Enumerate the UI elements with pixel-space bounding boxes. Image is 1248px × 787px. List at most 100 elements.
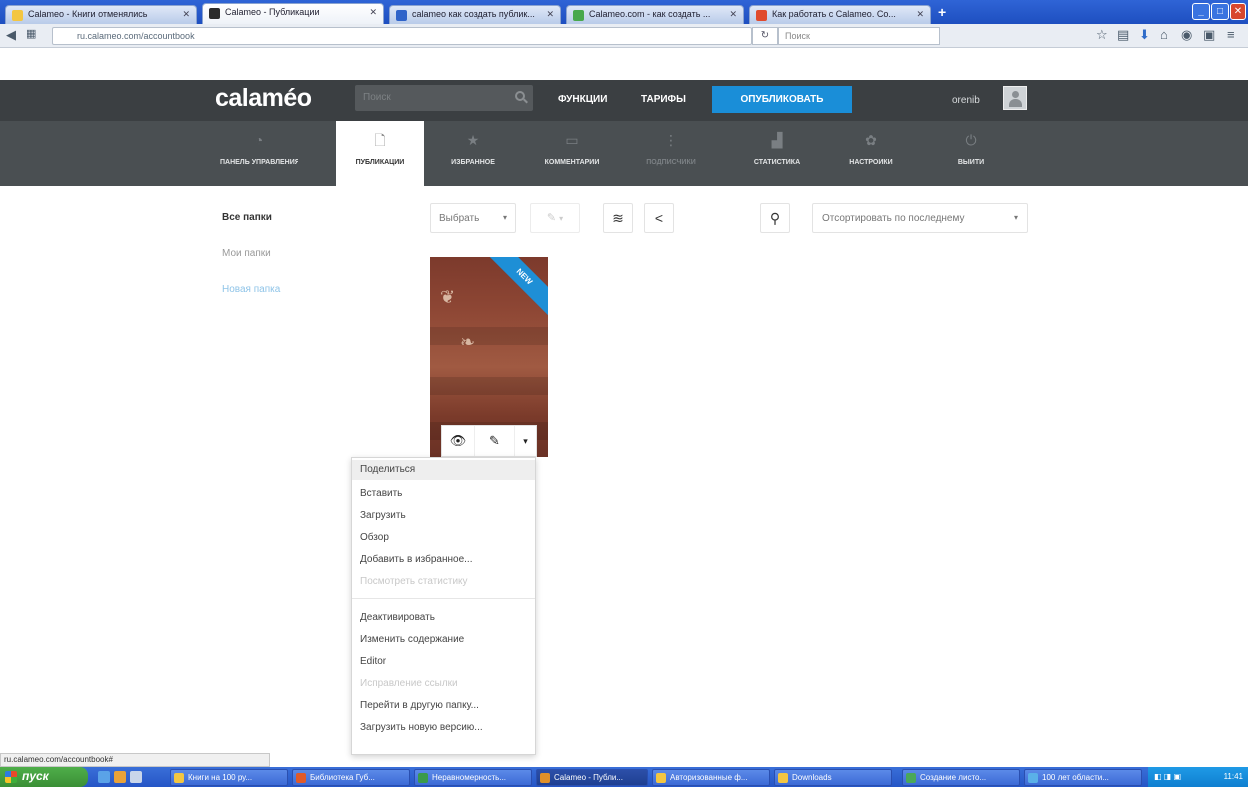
clock: 11:41 xyxy=(1223,772,1243,781)
status-bar: ru.calameo.com/accountbook# xyxy=(0,753,270,767)
minimize-button[interactable]: _ xyxy=(1192,3,1210,20)
menu-item-deactivate[interactable]: Деактивировать xyxy=(352,608,535,628)
taskbar-item[interactable]: Книги на 100 ру... xyxy=(170,769,288,786)
site-header xyxy=(0,80,1248,121)
power-icon: ⏻ xyxy=(965,132,977,148)
menu-item-fix-links: Исправление ссылки xyxy=(360,678,458,689)
search-icon[interactable] xyxy=(515,91,525,101)
publish-button[interactable]: ОПУБЛИКОВАТЬ xyxy=(712,86,852,113)
view-button[interactable]: 👁 xyxy=(442,426,474,456)
menu-item-embed[interactable]: Вставить xyxy=(352,484,535,504)
username[interactable]: orenib xyxy=(952,95,980,106)
quicklaunch-icon[interactable] xyxy=(130,771,142,783)
calameo-logo[interactable]: calaméo xyxy=(215,84,312,113)
close-tab-icon[interactable]: ✕ xyxy=(916,9,924,20)
new-tab-button[interactable]: + xyxy=(938,4,946,20)
sort-dropdown[interactable]: Отсортировать по последнему ▾ xyxy=(812,203,1028,233)
system-tray: ◧ ◨ ▣ 11:41 xyxy=(1148,767,1248,787)
tab-statistics[interactable]: ▟ СТАТИСТИКА xyxy=(738,121,816,186)
close-tab-icon[interactable]: ✕ xyxy=(182,9,190,20)
addon-icon[interactable]: ▣ xyxy=(1203,27,1215,43)
share-icon: < xyxy=(654,210,664,226)
publication-menu: Поделиться Вставить Загрузить Обзор Доба… xyxy=(351,457,536,755)
back-icon[interactable]: ◀ xyxy=(6,27,16,43)
menu-item-view-stats: Посмотреть статистику xyxy=(360,576,468,587)
menu-icon[interactable]: ≡ xyxy=(1227,27,1235,42)
avatar[interactable] xyxy=(1003,86,1027,110)
tab-publications[interactable]: 🗋 ПУБЛИКАЦИИ xyxy=(336,121,424,187)
browser-tab[interactable]: Calameo.com - как создать ... ✕ xyxy=(566,5,744,24)
tab-subscribers[interactable]: ⋮ ПОДПИСЧИКИ xyxy=(632,121,710,186)
tariffs-link[interactable]: ТАРИФЫ xyxy=(641,94,686,105)
menu-item-add-favorite[interactable]: Добавить в избранное... xyxy=(352,550,535,570)
menu-item-move-folder[interactable]: Перейти в другую папку... xyxy=(352,696,535,716)
tray-icons[interactable]: ◧ ◨ ▣ xyxy=(1154,772,1181,781)
menu-item-edit-content[interactable]: Изменить содержание xyxy=(352,630,535,650)
windows-logo-icon xyxy=(5,771,17,783)
gear-icon: ✿ xyxy=(865,132,877,148)
taskbar-item[interactable]: Библиотека Губ... xyxy=(292,769,410,786)
tab-label: Calameo - Публикации xyxy=(225,7,320,17)
bar-chart-icon: ▟ xyxy=(771,132,783,148)
menu-item-download[interactable]: Загрузить xyxy=(352,506,535,526)
close-tab-icon[interactable]: ✕ xyxy=(369,7,377,18)
tab-settings[interactable]: ✿ НАСТРОЙКИ xyxy=(832,121,910,186)
menu-item-overview[interactable]: Обзор xyxy=(352,528,535,548)
tab-comments[interactable]: ▭ КОММЕНТАРИИ xyxy=(533,121,611,186)
edit-button[interactable]: ✎ xyxy=(474,426,514,456)
features-link[interactable]: ФУНКЦИИ xyxy=(558,94,607,105)
app-icon xyxy=(906,773,916,783)
taskbar-item[interactable]: 100 лет области... xyxy=(1024,769,1142,786)
reload-icon[interactable]: ↻ xyxy=(752,27,778,45)
taskbar-item[interactable]: Downloads xyxy=(774,769,892,786)
taskbar-item[interactable]: Авторизованные ф... xyxy=(652,769,770,786)
start-button[interactable]: пуск xyxy=(0,767,88,787)
edit-dropdown[interactable]: ✎ ▾ xyxy=(530,203,580,233)
folder-mine[interactable]: Мои папки xyxy=(222,248,271,259)
quicklaunch-icon[interactable] xyxy=(114,771,126,783)
favicon-icon xyxy=(756,10,767,21)
share-button[interactable]: < xyxy=(644,203,674,233)
folder-new-link[interactable]: Новая папка xyxy=(222,284,280,295)
menu-item-upload-new-version[interactable]: Загрузить новую версию... xyxy=(352,718,535,738)
sync-icon[interactable]: ◉ xyxy=(1181,27,1192,43)
taskbar-item-active[interactable]: Calameo - Публи... xyxy=(536,769,648,786)
quicklaunch-icon[interactable] xyxy=(98,771,110,783)
maximize-button[interactable]: □ xyxy=(1211,3,1229,20)
layers-button[interactable]: ≋ xyxy=(603,203,633,233)
app-icon xyxy=(296,773,306,783)
menu-item-share[interactable]: Поделиться xyxy=(352,460,535,480)
browser-tab[interactable]: calameo как создать публик... ✕ xyxy=(389,5,561,24)
site-search-input[interactable]: Поиск xyxy=(355,85,533,111)
new-badge: NEW xyxy=(481,257,548,320)
cover-ornament: ❧ xyxy=(460,332,476,353)
folder-all[interactable]: Все папки xyxy=(222,212,272,223)
taskbar-item[interactable]: Создание листо... xyxy=(902,769,1020,786)
app-icon xyxy=(418,773,428,783)
menu-item-editor[interactable]: Editor xyxy=(352,652,535,672)
tab-favorites[interactable]: ★ ИЗБРАННОЕ xyxy=(434,121,512,186)
select-label: Выбрать xyxy=(439,213,480,224)
close-window-button[interactable]: ✕ xyxy=(1230,3,1246,20)
search-button[interactable]: ⚲ xyxy=(760,203,790,233)
tab-logout[interactable]: ⏻ ВЫЙТИ xyxy=(932,121,1010,186)
bookmark-star-icon[interactable]: ☆ xyxy=(1096,27,1108,43)
chevron-down-icon: ▾ xyxy=(559,214,564,223)
home-icon[interactable]: ⌂ xyxy=(1160,27,1168,42)
browser-search-input[interactable]: Поиск xyxy=(778,27,940,45)
taskbar-item[interactable]: Неравномерность... xyxy=(414,769,532,786)
browser-tab-active[interactable]: Calameo - Публикации ✕ xyxy=(202,3,384,24)
close-tab-icon[interactable]: ✕ xyxy=(729,9,737,20)
tab-dashboard[interactable]: ◔ ПАНЕЛЬ УПРАВЛЕНИЯ xyxy=(220,121,298,186)
url-bar[interactable]: ru.calameo.com/accountbook xyxy=(52,27,752,45)
bookmarks-list-icon[interactable]: ▤ xyxy=(1117,27,1129,43)
site-search-placeholder: Поиск xyxy=(363,92,391,103)
browser-tab[interactable]: Calameo - Книги отменялись ✕ xyxy=(5,5,197,24)
close-tab-icon[interactable]: ✕ xyxy=(546,9,554,20)
browser-tab[interactable]: Как работать с Calameo. Со... ✕ xyxy=(749,5,931,24)
more-actions-button[interactable]: ▾ xyxy=(514,426,536,456)
chevron-down-icon: ▾ xyxy=(1013,213,1018,222)
download-icon[interactable]: ⬇ xyxy=(1139,27,1150,43)
app-icon xyxy=(1028,773,1038,783)
select-dropdown[interactable]: Выбрать ▾ xyxy=(430,203,516,233)
